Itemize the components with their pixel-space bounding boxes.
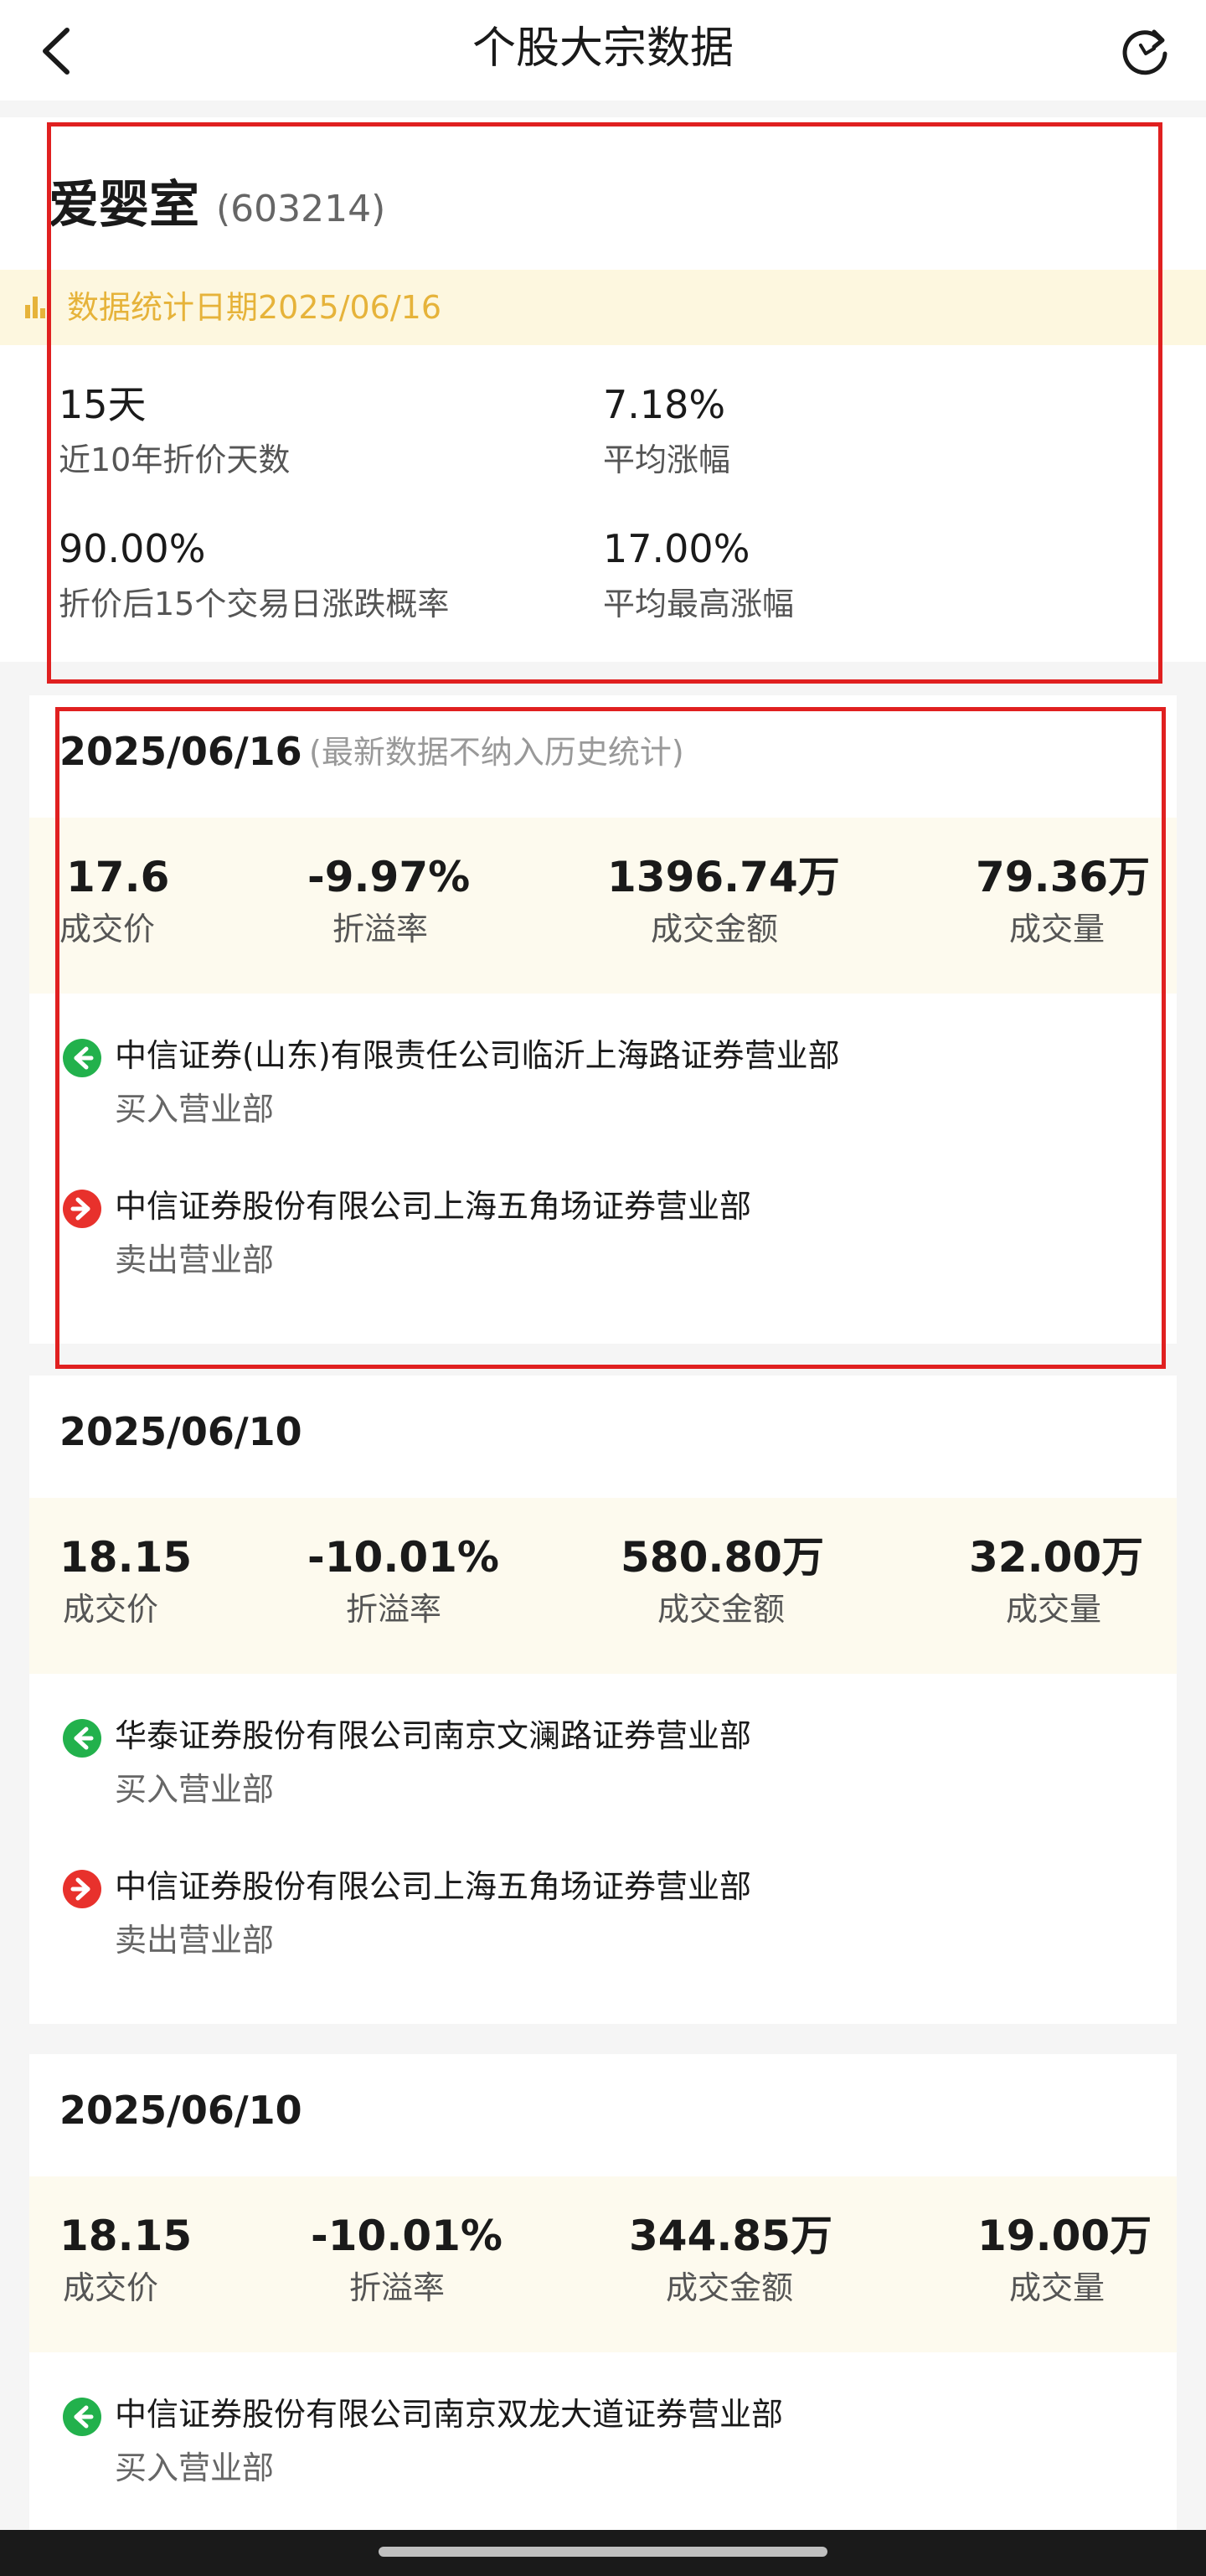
trade-amount-label: 成交金额 [657, 1591, 786, 1628]
trade-record-card[interactable]: 2025/06/10 18.15 成交价 -10.01% 折溢率 344.85万… [29, 2054, 1177, 2530]
trade-price-label: 成交价 [59, 911, 156, 947]
sell-arrow-icon [63, 1190, 101, 1228]
page-title: 个股大宗数据 [472, 23, 734, 74]
buyer-name: 华泰证券股份有限公司南京文澜路证券营业部 [115, 1717, 752, 1754]
trade-premium-label: 折溢率 [332, 911, 429, 947]
buyer-role-label: 买入营业部 [115, 1091, 275, 1128]
stats-date-bar: 数据统计日期2025/06/16 [0, 270, 1206, 345]
metric-label: 平均涨幅 [603, 441, 731, 478]
buy-arrow-icon [63, 2398, 101, 2436]
buy-arrow-icon [63, 1719, 101, 1758]
trade-volume-label: 成交量 [1006, 1591, 1102, 1628]
trade-record-card[interactable]: 2025/06/10 18.15 成交价 -10.01% 折溢率 580.80万… [29, 1376, 1177, 2024]
trade-amount: 1396.74万 [607, 853, 840, 901]
metric-value: 90.00% [59, 526, 206, 571]
seller-role-label: 卖出营业部 [115, 1242, 275, 1278]
trade-date: 2025/06/16 [59, 729, 302, 774]
trade-amount-label: 成交金额 [666, 2269, 794, 2306]
home-indicator[interactable] [379, 2547, 827, 2557]
trade-quote-band: 18.15 成交价 -10.01% 折溢率 580.80万 成交金额 32.00… [29, 1498, 1177, 1674]
metric-label: 近10年折价天数 [59, 441, 291, 478]
metric-value: 17.00% [603, 526, 750, 571]
seller-role-label: 卖出营业部 [115, 1922, 275, 1959]
stats-date-label: 数据统计日期2025/06/16 [67, 289, 442, 326]
trade-quote-band: 17.6 成交价 -9.97% 折溢率 1396.74万 成交金额 79.36万… [29, 818, 1177, 994]
trade-premium-label: 折溢率 [346, 1591, 442, 1628]
metric-value: 7.18% [603, 382, 726, 427]
buyer-role-label: 买入营业部 [115, 1771, 275, 1808]
metric-value: 15天 [59, 382, 147, 427]
trade-price: 18.15 [59, 1533, 193, 1582]
trade-record-card[interactable]: 2025/06/16 (最新数据不纳入历史统计) 17.6 成交价 -9.97%… [29, 695, 1177, 1344]
seller-name: 中信证券股份有限公司上海五角场证券营业部 [115, 1188, 752, 1225]
stock-code: (603214) [216, 188, 386, 230]
trade-amount: 344.85万 [629, 2212, 832, 2260]
metric-label: 平均最高涨幅 [603, 586, 795, 622]
buyer-name: 中信证券股份有限公司南京双龙大道证券营业部 [115, 2396, 784, 2433]
stock-name: 爱婴室 [49, 176, 199, 235]
trade-date-note: (最新数据不纳入历史统计) [309, 734, 684, 771]
trade-premium-label: 折溢率 [349, 2269, 446, 2306]
trade-price: 18.15 [59, 2212, 193, 2260]
trade-volume: 32.00万 [969, 1533, 1144, 1582]
trade-volume: 79.36万 [976, 853, 1151, 901]
trade-amount-label: 成交金额 [651, 911, 779, 947]
trade-price-label: 成交价 [63, 1591, 159, 1628]
refresh-icon[interactable] [1117, 23, 1172, 79]
trade-date: 2025/06/10 [59, 2088, 302, 2133]
trade-volume: 19.00万 [977, 2212, 1152, 2260]
trade-price: 17.6 [66, 853, 170, 901]
trade-price-label: 成交价 [63, 2269, 159, 2306]
trade-quote-band: 18.15 成交价 -10.01% 折溢率 344.85万 成交金额 19.00… [29, 2176, 1177, 2352]
buyer-name: 中信证券(山东)有限责任公司临沂上海路证券营业部 [115, 1037, 840, 1074]
trade-premium: -9.97% [307, 853, 471, 901]
trade-date: 2025/06/10 [59, 1409, 302, 1454]
seller-name: 中信证券股份有限公司上海五角场证券营业部 [115, 1868, 752, 1905]
trade-volume-label: 成交量 [1009, 2269, 1106, 2306]
sell-arrow-icon [63, 1870, 101, 1908]
top-navbar: 个股大宗数据 [0, 0, 1206, 101]
buy-arrow-icon [63, 1039, 101, 1077]
bar-chart-icon [25, 293, 45, 318]
home-bar [0, 2530, 1206, 2576]
trade-premium: -10.01% [307, 1533, 500, 1582]
trade-premium: -10.01% [311, 2212, 503, 2260]
buyer-role-label: 买入营业部 [115, 2450, 275, 2486]
trade-volume-label: 成交量 [1009, 911, 1106, 947]
metric-label: 折价后15个交易日涨跌概率 [59, 586, 450, 622]
stock-summary-card: 爱婴室 (603214) 数据统计日期2025/06/16 15天 近10年折价… [0, 117, 1206, 662]
trade-amount: 580.80万 [621, 1533, 824, 1582]
